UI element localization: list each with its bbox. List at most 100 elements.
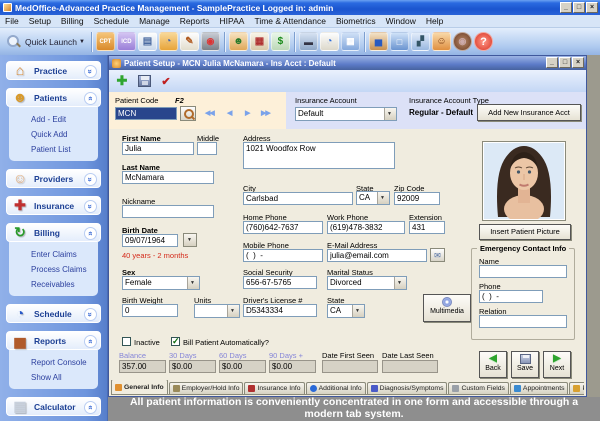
tab-patient-notes[interactable]: Patient Notes xyxy=(569,382,584,394)
menu-biometrics[interactable]: Biometrics xyxy=(331,15,381,28)
statement-icon[interactable]: $ xyxy=(271,32,290,51)
sidebar-header-practice[interactable]: ⌂Practice xyxy=(6,61,101,80)
back-button[interactable]: ◀Back xyxy=(479,351,507,378)
bill-automatically-checkbox[interactable] xyxy=(171,337,180,346)
last-record-icon[interactable]: ▶▶ xyxy=(261,109,270,117)
menu-billing[interactable]: Billing xyxy=(56,15,89,28)
sidebar-header-insurance[interactable]: ✚Insurance xyxy=(6,196,101,215)
chevron-down-icon[interactable] xyxy=(394,277,406,289)
chevron-up-icon[interactable] xyxy=(84,335,97,348)
first-record-icon[interactable]: ◀◀ xyxy=(205,109,214,117)
emergency-phone-field[interactable] xyxy=(479,290,543,303)
tab-employer-hold-info[interactable]: Employer/Hold Info xyxy=(169,382,244,394)
state-select[interactable]: CA xyxy=(356,191,390,205)
tab-general-info[interactable]: General Info xyxy=(111,380,168,394)
tab-custom-fields[interactable]: Custom Fields xyxy=(448,382,508,394)
work-phone-field[interactable] xyxy=(327,221,405,234)
drivers-license-field[interactable] xyxy=(243,304,317,317)
tab-additional-info[interactable]: Additional Info xyxy=(306,382,366,394)
sex-select[interactable]: Female xyxy=(122,276,200,290)
sidebar-item-patient-list[interactable]: Patient List xyxy=(31,142,98,157)
help-icon[interactable]: ? xyxy=(474,32,493,51)
insurance-account-select[interactable]: Default xyxy=(295,107,397,121)
chevron-up-icon[interactable] xyxy=(84,227,97,240)
menu-hipaa[interactable]: HIPAA xyxy=(215,15,250,28)
menu-help[interactable]: Help xyxy=(421,15,448,28)
address-field[interactable]: 1021 Woodfox Row xyxy=(243,142,395,169)
tab-insurance-info[interactable]: Insurance Info xyxy=(244,382,304,394)
ledger-icon[interactable]: ▦ xyxy=(250,32,269,51)
next-record-icon[interactable]: ▶ xyxy=(245,109,249,117)
marital-status-select[interactable]: Divorced xyxy=(327,276,407,290)
chevron-down-icon[interactable] xyxy=(84,173,97,186)
menu-schedule[interactable]: Schedule xyxy=(89,15,134,28)
biometric-icon[interactable]: ☺ xyxy=(432,32,451,51)
search-icon[interactable] xyxy=(6,34,21,49)
save-icon[interactable] xyxy=(135,72,153,90)
chevron-up-icon[interactable] xyxy=(84,92,97,105)
extension-field[interactable] xyxy=(409,221,445,234)
next-button[interactable]: ▶Next xyxy=(543,351,571,378)
chevron-down-icon[interactable] xyxy=(187,277,199,289)
chevron-down-icon[interactable] xyxy=(384,108,396,120)
chevron-down-icon[interactable] xyxy=(227,305,239,317)
chevron-down-icon[interactable] xyxy=(84,308,97,321)
patient-edit-icon[interactable]: ✎ xyxy=(180,32,199,51)
bar-chart-icon[interactable]: ▅ xyxy=(369,32,388,51)
birth-date-field[interactable] xyxy=(122,234,178,247)
verify-icon[interactable]: ✔ xyxy=(157,72,175,90)
sidebar-item-report-console[interactable]: Report Console xyxy=(31,355,98,370)
inactive-checkbox[interactable] xyxy=(122,337,131,346)
nickname-field[interactable] xyxy=(122,205,214,218)
quick-launch-dropdown-icon[interactable]: ▼ xyxy=(79,39,85,45)
sidebar-item-enter-claims[interactable]: Enter Claims xyxy=(31,247,98,262)
tab-diagnosis-symptoms[interactable]: Diagnosis/Symptoms xyxy=(367,382,448,394)
menu-setup[interactable]: Setup xyxy=(24,15,56,28)
menu-time-attendance[interactable]: Time & Attendance xyxy=(249,15,331,28)
chevron-down-icon[interactable] xyxy=(84,65,97,78)
insert-patient-picture-button[interactable]: Insert Patient Picture xyxy=(479,224,571,240)
quick-launch-label[interactable]: Quick Launch xyxy=(25,37,77,47)
chevron-down-icon[interactable] xyxy=(352,305,364,317)
chevron-up-icon[interactable] xyxy=(84,401,97,414)
minimize-icon[interactable] xyxy=(560,2,572,13)
email-icon[interactable]: ✉ xyxy=(430,248,445,262)
sidebar-item-process-claims[interactable]: Process Claims xyxy=(31,262,98,277)
sidebar-header-patients[interactable]: ☻Patients xyxy=(6,88,101,107)
payment-icon[interactable]: ▬ xyxy=(299,32,318,51)
prev-record-icon[interactable]: ◀ xyxy=(227,109,231,117)
patient-chart-icon[interactable]: ◔ xyxy=(159,32,178,51)
menu-window[interactable]: Window xyxy=(381,15,421,28)
menu-reports[interactable]: Reports xyxy=(175,15,215,28)
network-icon[interactable]: ▞ xyxy=(411,32,430,51)
report-clock-icon[interactable]: ◔ xyxy=(320,32,339,51)
add-patient-icon[interactable]: ✚ xyxy=(113,72,131,90)
emergency-relation-field[interactable] xyxy=(479,315,567,328)
camera-icon[interactable]: ◉ xyxy=(201,32,220,51)
sidebar-item-receivables[interactable]: Receivables xyxy=(31,277,98,292)
birth-weight-field[interactable] xyxy=(122,304,178,317)
chevron-down-icon[interactable] xyxy=(377,192,389,204)
last-name-field[interactable] xyxy=(122,171,214,184)
icd-codes-icon[interactable]: ICD xyxy=(117,32,136,51)
home-phone-field[interactable] xyxy=(243,221,323,234)
mobile-phone-field[interactable] xyxy=(243,249,323,262)
license-state-select[interactable]: CA xyxy=(327,304,365,318)
city-field[interactable] xyxy=(243,192,353,205)
minimize-icon[interactable] xyxy=(546,57,558,68)
sidebar-item-add-edit[interactable]: Add - Edit xyxy=(31,112,98,127)
patient-card-icon[interactable]: ▤ xyxy=(138,32,157,51)
sidebar-item-show-all[interactable]: Show All xyxy=(31,370,98,385)
patient-code-field[interactable] xyxy=(115,107,177,120)
sidebar-header-schedule[interactable]: ◔Schedule xyxy=(6,304,101,323)
units-select[interactable] xyxy=(194,304,240,318)
close-icon[interactable] xyxy=(572,57,584,68)
cpt-codes-icon[interactable]: CPT xyxy=(96,32,115,51)
sidebar-header-reports[interactable]: ▅Reports xyxy=(6,331,101,350)
tab-appointments[interactable]: Appointments xyxy=(510,382,569,394)
first-name-field[interactable] xyxy=(122,142,194,155)
calendar-icon[interactable]: ▦ xyxy=(341,32,360,51)
ssn-field[interactable] xyxy=(243,276,317,289)
maximize-icon[interactable] xyxy=(573,2,585,13)
close-icon[interactable] xyxy=(586,2,598,13)
